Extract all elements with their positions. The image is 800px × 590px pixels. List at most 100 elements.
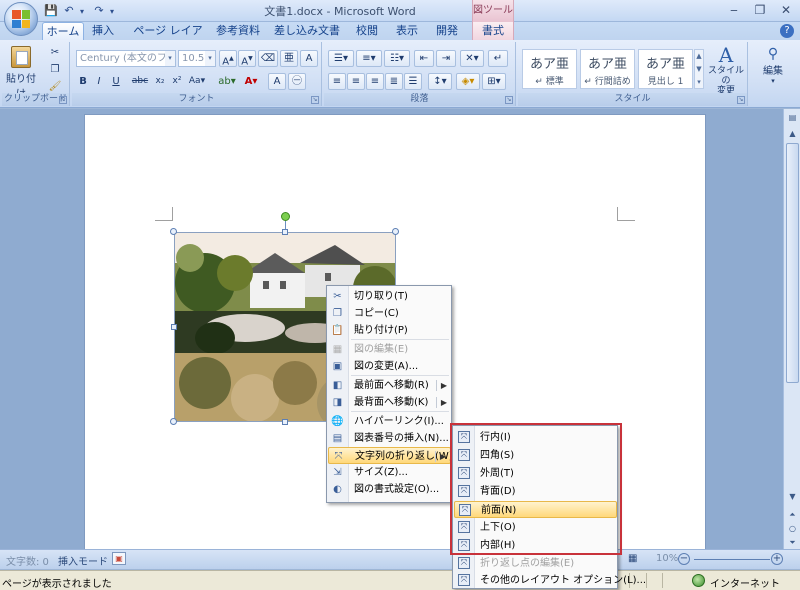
redo-icon[interactable]: ↷ bbox=[92, 4, 106, 18]
wrap-option-item[interactable]: ⤧ 行内(I) bbox=[454, 429, 617, 446]
scroll-thumb[interactable] bbox=[786, 143, 799, 383]
tab-format[interactable]: 書式 bbox=[472, 22, 514, 40]
style-no-spacing[interactable]: あア亜 ↵ 行間詰め bbox=[580, 49, 635, 89]
save-icon[interactable]: 💾 bbox=[44, 4, 58, 18]
shrink-font-icon[interactable]: A▼ bbox=[238, 50, 256, 67]
undo-dropdown-icon[interactable]: ▾ bbox=[80, 7, 88, 16]
resize-handle-n[interactable] bbox=[282, 229, 288, 235]
show-marks-icon[interactable]: ↵ bbox=[488, 50, 508, 67]
editing-button[interactable]: ⚲ 編集 ▾ bbox=[754, 44, 792, 96]
styles-launcher-icon[interactable]: ↘ bbox=[737, 96, 745, 104]
clear-format-icon[interactable]: ⌫ bbox=[258, 50, 278, 67]
zoom-level[interactable]: 10% bbox=[656, 553, 678, 564]
strikethrough-icon[interactable]: abc bbox=[130, 73, 150, 90]
context-menu-item[interactable]: ▤ 図表番号の挿入(N)... bbox=[328, 430, 451, 447]
close-button[interactable]: ✕ bbox=[774, 2, 798, 18]
underline-icon[interactable]: U bbox=[108, 73, 124, 90]
maximize-button[interactable]: ❐ bbox=[748, 2, 772, 18]
character-shading-icon[interactable]: A bbox=[268, 73, 286, 90]
cut-icon[interactable]: ✂ bbox=[46, 44, 64, 61]
ruler-toggle-icon[interactable]: ▤ bbox=[785, 110, 800, 125]
context-menu-item[interactable]: ❐ コピー(C) bbox=[328, 305, 451, 322]
context-menu-item[interactable]: ◧ 最前面へ移動(R) ▶ bbox=[328, 377, 451, 394]
context-menu-item[interactable]: ◐ 図の書式設定(O)... bbox=[328, 481, 451, 498]
wrap-option-item[interactable]: ⤧ その他のレイアウト オプション(L)... bbox=[454, 572, 646, 589]
wrap-option-item[interactable]: ⤧ 上下(O) bbox=[454, 519, 617, 536]
resize-handle-sw[interactable] bbox=[170, 418, 177, 425]
context-menu-item[interactable]: ⇲ サイズ(Z)... bbox=[328, 464, 451, 481]
style-heading-1[interactable]: あア亜 見出し 1 bbox=[638, 49, 693, 89]
numbering-icon[interactable]: ≡▾ bbox=[356, 50, 382, 67]
context-menu-item[interactable]: ✂ 切り取り(T) bbox=[328, 288, 451, 305]
paragraph-launcher-icon[interactable]: ↘ bbox=[505, 96, 513, 104]
align-left-icon[interactable]: ≡ bbox=[328, 73, 346, 90]
context-menu-item[interactable]: ◨ 最背面へ移動(K) ▶ bbox=[328, 394, 451, 411]
previous-page-icon[interactable]: ⏶ bbox=[785, 507, 800, 522]
style-normal[interactable]: あア亜 ↵ 標準 bbox=[522, 49, 577, 89]
resize-handle-w[interactable] bbox=[171, 324, 177, 330]
styles-scroll-icon[interactable]: ▲ ▼ ▾ bbox=[694, 49, 704, 89]
shading-icon[interactable]: ◈▾ bbox=[456, 73, 480, 90]
undo-icon[interactable]: ↶ bbox=[62, 4, 76, 18]
superscript-icon[interactable]: x² bbox=[169, 73, 185, 90]
tab-developer[interactable]: 開発 bbox=[432, 22, 462, 40]
copy-icon[interactable]: ❐ bbox=[46, 61, 64, 78]
word-count[interactable]: 文字数: 0 bbox=[6, 553, 49, 568]
font-name-combo[interactable]: Century (本文のフォント ▾ bbox=[76, 50, 176, 67]
wrap-option-item[interactable]: ⤧ 四角(S) bbox=[454, 447, 617, 464]
decrease-indent-icon[interactable]: ⇤ bbox=[414, 50, 434, 67]
minimize-button[interactable]: ‒ bbox=[722, 2, 746, 18]
office-button[interactable] bbox=[4, 2, 38, 36]
help-icon[interactable]: ? bbox=[780, 24, 794, 38]
next-page-icon[interactable]: ⏷ bbox=[785, 535, 800, 550]
increase-indent-icon[interactable]: ⇥ bbox=[436, 50, 456, 67]
font-launcher-icon[interactable]: ↘ bbox=[311, 96, 319, 104]
distributed-icon[interactable]: ☰ bbox=[404, 73, 422, 90]
asian-layout-icon[interactable]: ✕▾ bbox=[460, 50, 484, 67]
tab-view[interactable]: 表示 bbox=[392, 22, 422, 40]
wrap-option-item[interactable]: ⤧ 内部(H) bbox=[454, 537, 617, 554]
align-right-icon[interactable]: ≡ bbox=[366, 73, 384, 90]
subscript-icon[interactable]: x₂ bbox=[152, 73, 168, 90]
wrap-option-item[interactable]: ⤧ 背面(D) bbox=[454, 483, 617, 500]
character-border-icon[interactable]: A bbox=[300, 50, 318, 67]
zoom-slider-track[interactable] bbox=[694, 559, 770, 560]
rotate-handle[interactable] bbox=[281, 212, 290, 221]
context-menu-item[interactable]: ⤧ 文字列の折り返し(W) ▶ bbox=[328, 447, 453, 464]
font-size-combo[interactable]: 10.5 ▾ bbox=[178, 50, 216, 67]
borders-icon[interactable]: ⊞▾ bbox=[482, 73, 506, 90]
context-menu-item[interactable]: 📋 貼り付け(P) bbox=[328, 322, 451, 339]
vertical-scrollbar[interactable]: ▤ ▲ ▼ ⏶ ○ ⏷ bbox=[783, 109, 800, 549]
bold-icon[interactable]: B bbox=[76, 73, 90, 90]
font-size-dropdown-icon[interactable]: ▾ bbox=[205, 51, 215, 66]
justify-icon[interactable]: ≣ bbox=[385, 73, 403, 90]
tab-page-layout[interactable]: ページ レイアウト bbox=[128, 22, 208, 55]
macro-record-icon[interactable]: ▣ bbox=[112, 552, 126, 565]
context-menu-item[interactable]: 🌐 ハイパーリンク(I)... bbox=[328, 413, 451, 430]
resize-handle-ne[interactable] bbox=[392, 228, 399, 235]
multilevel-list-icon[interactable]: ☷▾ bbox=[384, 50, 410, 67]
change-styles-button[interactable]: A スタイルの 変更 bbox=[706, 44, 746, 96]
font-name-dropdown-icon[interactable]: ▾ bbox=[165, 51, 175, 66]
highlight-icon[interactable]: ab▾ bbox=[216, 73, 238, 90]
change-case-icon[interactable]: Aa▾ bbox=[186, 73, 208, 90]
italic-icon[interactable]: I bbox=[92, 73, 106, 90]
enclose-characters-icon[interactable]: ㊀ bbox=[288, 73, 306, 90]
scroll-down-icon[interactable]: ▼ bbox=[785, 489, 800, 504]
browse-object-icon[interactable]: ○ bbox=[785, 521, 800, 536]
resize-handle-s[interactable] bbox=[282, 419, 288, 425]
tab-references[interactable]: 参考資料 bbox=[214, 22, 262, 40]
resize-handle-nw[interactable] bbox=[170, 228, 177, 235]
align-center-icon[interactable]: ≡ bbox=[347, 73, 365, 90]
wrap-option-item[interactable]: ⤧ 前面(N) bbox=[454, 501, 617, 518]
font-color-icon[interactable]: A▾ bbox=[240, 73, 262, 90]
zoom-out-icon[interactable]: − bbox=[678, 553, 690, 565]
scroll-up-icon[interactable]: ▲ bbox=[785, 126, 800, 141]
zoom-in-icon[interactable]: + bbox=[771, 553, 783, 565]
tab-review[interactable]: 校閲 bbox=[352, 22, 382, 40]
phonetic-guide-icon[interactable]: 亜 bbox=[280, 50, 298, 67]
qat-customize-icon[interactable]: ▾ bbox=[110, 7, 118, 16]
tab-insert[interactable]: 挿入 bbox=[88, 22, 118, 40]
clipboard-launcher-icon[interactable]: ↘ bbox=[59, 96, 67, 104]
tab-home[interactable]: ホーム bbox=[42, 22, 84, 40]
